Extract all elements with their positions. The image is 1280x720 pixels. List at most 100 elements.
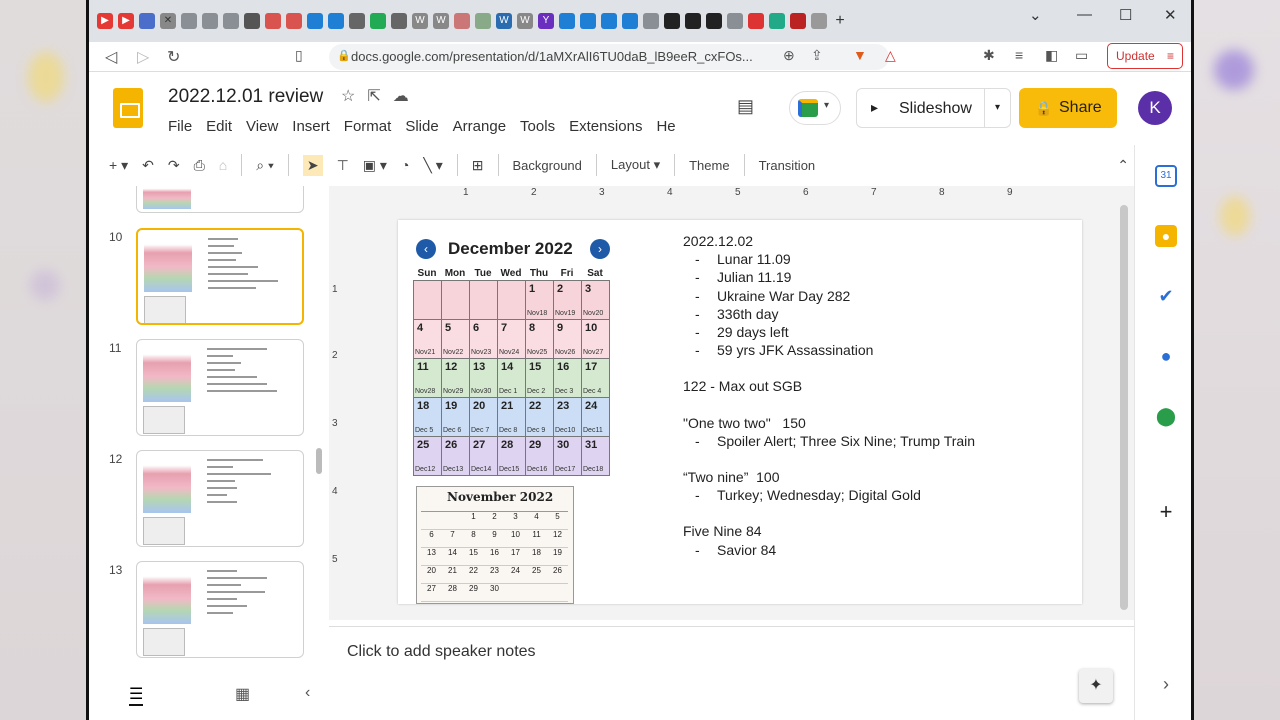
forward-icon[interactable]: ▷ [137,47,149,67]
tasks-icon[interactable]: ✔ [1155,285,1177,307]
zoom-icon[interactable]: ⌕ ▾ [256,157,274,174]
tab-icon[interactable] [475,13,491,29]
menu-extensions[interactable]: Extensions [569,118,642,135]
tab-icon[interactable] [622,13,638,29]
add-comment-icon[interactable]: ⊞ [472,157,484,174]
tab-icon[interactable] [370,13,386,29]
filmstrip-view-icon[interactable]: ☰ [129,684,144,706]
cloud-status-icon[interactable]: ☁ [393,86,409,106]
flag-tab-icon[interactable] [790,13,806,29]
minimize-icon[interactable]: — [1077,6,1092,23]
november-calendar-image[interactable]: November 2022 1 2 3 4 5 6 7 8 9 10 11 12 13 14 15 16 17 1… [416,486,574,604]
reload-icon[interactable]: ↻ [167,47,180,67]
extensions-icon[interactable]: ✱ [983,47,995,64]
slide-thumbnail[interactable] [136,561,304,658]
close-tab-icon[interactable]: ✕ [160,13,176,29]
tab-icon[interactable] [244,13,260,29]
image-icon[interactable]: ▣ ▾ [363,157,387,174]
youtube-tab-icon[interactable]: ▶ [118,13,134,29]
new-tab-icon[interactable]: + [832,13,848,29]
calendar-icon[interactable]: 31 [1155,165,1177,187]
tab-icon[interactable] [454,13,470,29]
slide-thumbnail[interactable] [136,186,304,213]
december-calendar-image[interactable]: ‹ December 2022 › Sun Mon Tue Wed Thu Fri Sat … [410,230,620,480]
menu-arrange[interactable]: Arrange [453,118,506,135]
slideshow-button[interactable]: ▸ Slideshow ▾ [856,88,1011,128]
tab-icon[interactable] [706,13,722,29]
tab-icon[interactable] [139,13,155,29]
menu-view[interactable]: View [246,118,278,135]
explore-button[interactable]: ✦ [1079,669,1113,703]
slide-thumbnail[interactable] [136,339,304,436]
slide-textbox[interactable]: 2022.12.02 Lunar 11.09 Julian 11.19 Ukra… [683,232,1073,559]
collapse-toolbar-icon[interactable]: ⌃ [1117,157,1129,174]
print-icon[interactable]: ⎙ [194,157,205,174]
slide-thumbnail[interactable] [136,450,304,547]
triangle-extension-icon[interactable]: △ [885,47,896,64]
comment-icon[interactable]: ▤ [737,96,754,117]
wallet-icon[interactable]: ▭ [1075,47,1088,64]
tab-icon[interactable] [811,13,827,29]
star-icon[interactable]: ☆ [341,86,355,106]
tab-icon[interactable] [580,13,596,29]
brave-icon[interactable]: ▼ [853,47,867,63]
wikipedia-tab-icon[interactable]: W [433,13,449,29]
line-icon[interactable]: ╲ ▾ [423,157,442,174]
zoom-icon[interactable]: ⊕ [783,47,795,64]
grid-view-icon[interactable]: ▦ [235,684,250,704]
select-icon[interactable]: ➤ [302,154,323,176]
tab-icon[interactable] [769,13,785,29]
close-icon[interactable]: ✕ [1164,6,1177,24]
wordpress-tab-icon[interactable]: W [496,13,512,29]
tab-icon[interactable] [559,13,575,29]
tab-icon[interactable] [664,13,680,29]
wikipedia-tab-icon[interactable]: W [517,13,533,29]
update-button[interactable]: Update ≡ [1107,43,1183,69]
menu-format[interactable]: Format [344,118,392,135]
slide-canvas[interactable]: ‹ December 2022 › Sun Mon Tue Wed Thu Fri Sat … [398,220,1082,604]
new-slide-icon[interactable]: + ▾ [109,157,128,174]
undo-icon[interactable]: ↶ [142,157,154,174]
tab-icon[interactable] [328,13,344,29]
reading-list-icon[interactable]: ≡ [1015,47,1023,63]
tab-icon[interactable] [307,13,323,29]
background-button[interactable]: Background [513,158,582,173]
textbox-icon[interactable]: ⊤ [337,157,349,174]
menu-insert[interactable]: Insert [292,118,330,135]
chevron-right-icon[interactable]: › [1155,673,1177,695]
menu-edit[interactable]: Edit [206,118,232,135]
tab-icon[interactable] [601,13,617,29]
tab-icon[interactable] [748,13,764,29]
youtube-tab-icon[interactable]: ▶ [97,13,113,29]
share-button[interactable]: 🔒 Share [1019,88,1117,128]
menu-slide[interactable]: Slide [405,118,438,135]
tab-icon[interactable] [223,13,239,29]
slides-logo-icon[interactable] [113,88,143,128]
yahoo-tab-icon[interactable]: Y [538,13,554,29]
add-addon-icon[interactable]: + [1155,501,1177,523]
transition-button[interactable]: Transition [759,158,816,173]
collapse-panel-icon[interactable]: ‹ [305,684,310,702]
maximize-icon[interactable]: ☐ [1119,6,1132,24]
wikipedia-tab-icon[interactable]: W [412,13,428,29]
tab-icon[interactable] [391,13,407,29]
tab-icon[interactable] [643,13,659,29]
move-folder-icon[interactable]: ⇱ [367,86,380,106]
sidebar-icon[interactable]: ◧ [1045,47,1058,64]
maps-icon[interactable]: ⬤ [1155,405,1177,427]
tab-icon[interactable] [685,13,701,29]
tab-icon[interactable] [286,13,302,29]
menu-help[interactable]: He [656,118,675,135]
paint-format-icon[interactable]: ⌂ [219,157,227,173]
omnibox[interactable]: 🔒 docs.google.com/presentation/d/1aMXrAl… [329,44,889,70]
tab-icon[interactable] [202,13,218,29]
canvas-scrollbar[interactable] [1120,205,1128,610]
menu-file[interactable]: File [168,118,192,135]
share-page-icon[interactable]: ⇪ [811,47,823,64]
tab-icon[interactable] [181,13,197,29]
layout-button[interactable]: Layout ▾ [611,157,660,173]
speaker-notes[interactable]: Click to add speaker notes [329,626,1134,720]
document-title[interactable]: 2022.12.01 review [168,86,323,108]
tab-icon[interactable] [349,13,365,29]
chevron-down-icon[interactable]: ⌄ [1029,6,1042,24]
